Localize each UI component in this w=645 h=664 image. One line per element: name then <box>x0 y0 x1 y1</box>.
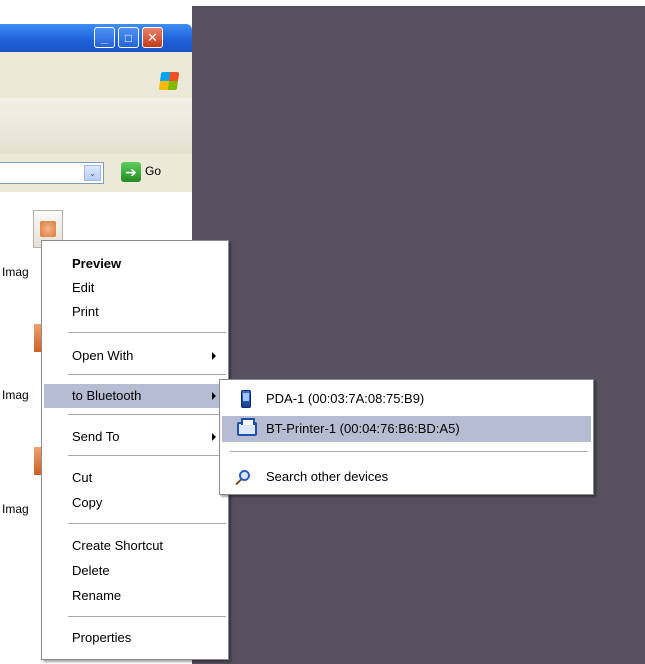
file-label[interactable]: Imag <box>2 265 29 279</box>
close-button[interactable]: ✕ <box>142 27 163 48</box>
bluetooth-submenu: PDA-1 (00:03:7A:08:75:B9) BT-Printer-1 (… <box>219 379 594 495</box>
menu-item-print[interactable]: Print <box>44 300 226 324</box>
search-other-devices[interactable]: Search other devices <box>222 464 591 490</box>
address-dropdown-icon[interactable]: ⌄ <box>84 165 101 181</box>
menu-item-edit[interactable]: Edit <box>44 276 226 300</box>
menu-separator <box>68 414 226 415</box>
menu-separator <box>68 455 226 456</box>
address-input[interactable]: ⌄ <box>0 162 104 184</box>
menu-item-copy[interactable]: Copy <box>44 491 226 515</box>
menu-separator <box>68 523 226 524</box>
device-bt-printer-1[interactable]: BT-Printer-1 (00:04:76:B6:BD:A5) <box>222 416 591 442</box>
go-arrow-icon[interactable]: ➔ <box>121 162 141 182</box>
file-label[interactable]: Imag <box>2 388 29 402</box>
minimize-button[interactable]: _ <box>94 27 115 48</box>
menu-item-to-bluetooth[interactable]: to Bluetooth <box>44 384 226 408</box>
file-label[interactable]: Imag <box>2 502 29 516</box>
address-bar: ⌄ ➔ Go <box>0 154 192 193</box>
menu-bar <box>0 52 192 99</box>
windows-flag-icon <box>158 72 180 90</box>
device-label: Search other devices <box>266 469 389 484</box>
device-label: BT-Printer-1 (00:04:76:B6:BD:A5) <box>266 421 460 436</box>
maximize-button[interactable]: □ <box>118 27 139 48</box>
printer-icon <box>237 418 257 436</box>
menu-item-rename[interactable]: Rename <box>44 584 226 608</box>
menu-item-label: Send To <box>72 429 120 444</box>
search-icon <box>239 470 250 481</box>
pda-icon <box>241 390 251 408</box>
context-menu: Preview Edit Print Open With to Bluetoot… <box>41 240 229 660</box>
submenu-arrow-icon <box>212 352 216 360</box>
menu-separator <box>68 616 226 617</box>
menu-item-label: to Bluetooth <box>72 388 142 403</box>
device-pda-1[interactable]: PDA-1 (00:03:7A:08:75:B9) <box>222 386 591 412</box>
menu-item-properties[interactable]: Properties <box>44 626 226 650</box>
device-label: PDA-1 (00:03:7A:08:75:B9) <box>266 391 425 406</box>
menu-separator <box>230 451 588 452</box>
menu-separator <box>68 374 226 375</box>
menu-item-delete[interactable]: Delete <box>44 559 226 583</box>
menu-item-send-to[interactable]: Send To <box>44 425 226 449</box>
menu-item-open-with[interactable]: Open With <box>44 344 226 368</box>
menu-item-cut[interactable]: Cut <box>44 466 226 490</box>
go-button[interactable]: Go <box>145 164 161 178</box>
menu-item-preview[interactable]: Preview <box>44 252 226 276</box>
window-titlebar: _ □ ✕ <box>0 24 192 52</box>
submenu-arrow-icon <box>212 433 216 441</box>
toolbar <box>0 98 192 155</box>
menu-item-create-shortcut[interactable]: Create Shortcut <box>44 534 226 558</box>
menu-separator <box>68 332 226 333</box>
menu-item-label: Open With <box>72 348 134 363</box>
submenu-arrow-icon <box>212 392 216 400</box>
